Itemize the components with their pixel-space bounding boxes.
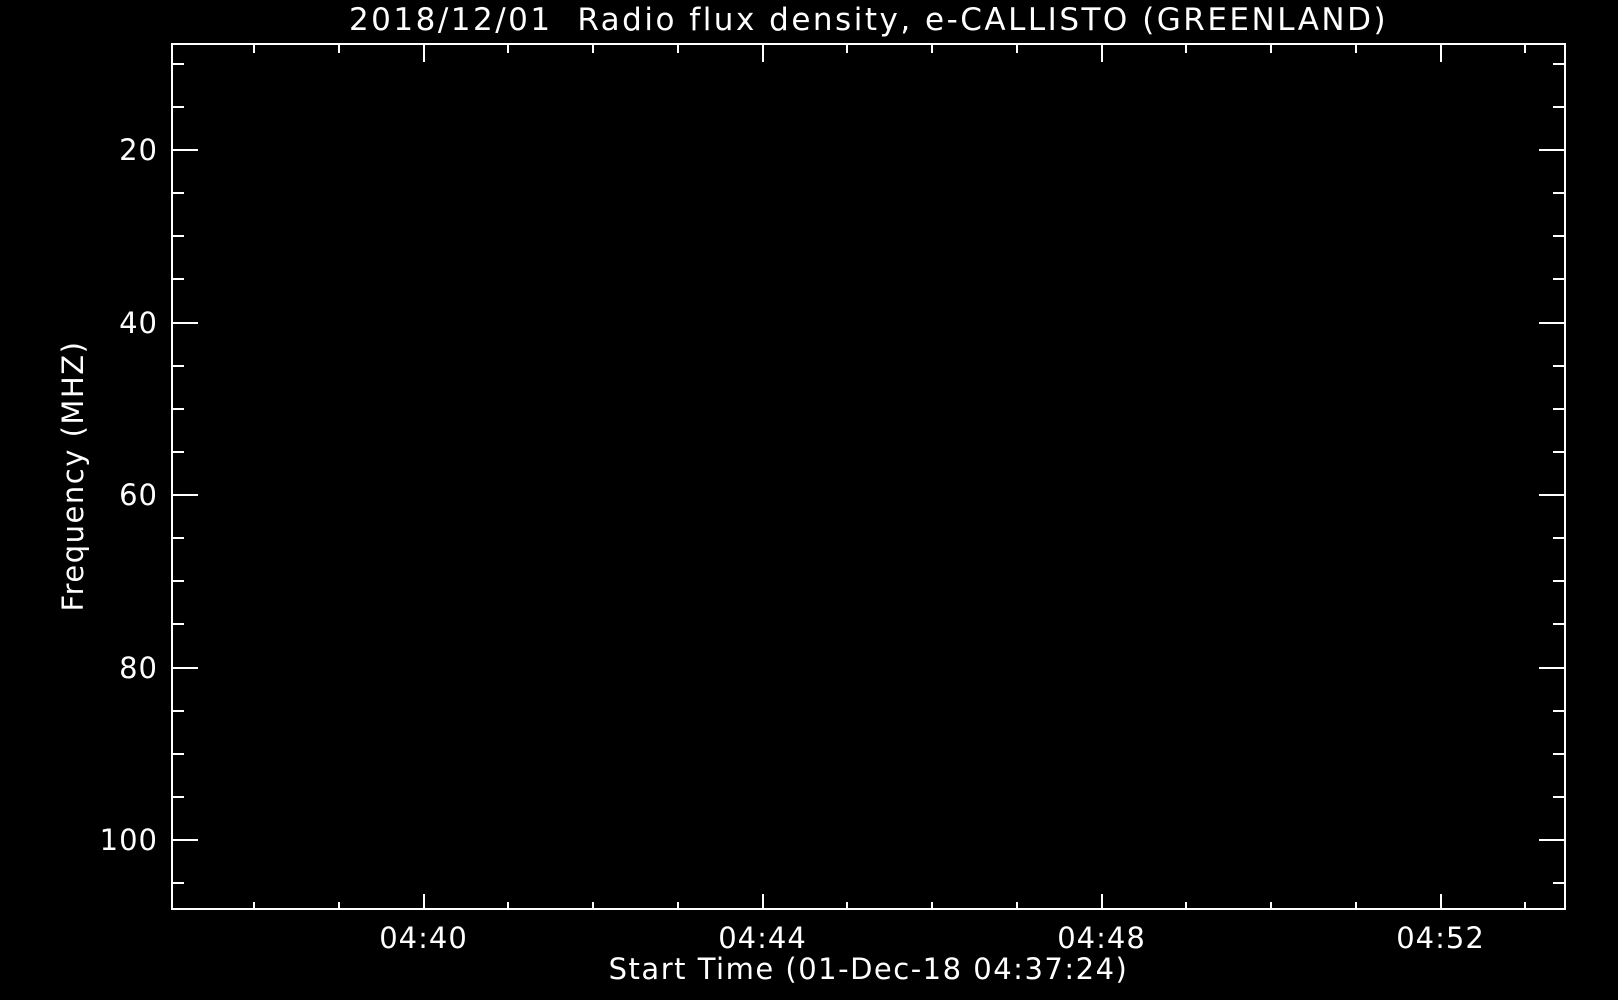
- tick-mark: [1439, 43, 1442, 62]
- tick-mark: [1553, 235, 1566, 238]
- tick-mark: [1539, 321, 1566, 324]
- tick-mark: [1524, 902, 1527, 910]
- tick-mark: [337, 43, 340, 53]
- tick-mark: [1553, 407, 1566, 410]
- tick-mark: [171, 149, 198, 151]
- x-tick-label: 04:48: [1057, 921, 1146, 955]
- tick-mark: [422, 43, 425, 62]
- tick-mark: [1270, 43, 1272, 53]
- tick-mark: [1539, 149, 1566, 151]
- tick-mark: [1270, 902, 1272, 910]
- tick-mark: [171, 321, 198, 324]
- tick-mark: [1015, 902, 1018, 910]
- tick-mark: [676, 43, 679, 53]
- tick-mark: [171, 235, 184, 238]
- tick-mark: [761, 43, 764, 62]
- spectrogram-figure: 2018/12/01 Radio flux density, e-CALLIST…: [0, 0, 1618, 1000]
- plot-title: 2018/12/01 Radio flux density, e-CALLIST…: [348, 2, 1389, 38]
- tick-mark: [507, 43, 510, 53]
- tick-mark: [1553, 580, 1566, 583]
- x-tick-label: 04:40: [379, 921, 468, 955]
- tick-mark: [1100, 894, 1103, 910]
- tick-mark: [171, 192, 184, 195]
- tick-mark: [171, 494, 198, 496]
- tick-mark: [1439, 894, 1442, 910]
- tick-mark: [846, 43, 849, 53]
- tick-mark: [1354, 43, 1357, 53]
- tick-mark: [1553, 537, 1566, 540]
- tick-mark: [676, 902, 679, 910]
- tick-mark: [1553, 105, 1566, 108]
- tick-mark: [171, 62, 184, 65]
- tick-mark: [1553, 709, 1566, 712]
- tick-mark: [171, 623, 184, 626]
- tick-mark: [253, 902, 255, 910]
- tick-mark: [171, 537, 184, 540]
- x-tick-label: 04:52: [1396, 921, 1485, 955]
- x-tick-label: 04:44: [718, 921, 807, 955]
- x-axis-label: Start Time (01-Dec-18 04:37:24): [608, 952, 1129, 986]
- tick-mark: [1553, 364, 1566, 367]
- tick-mark: [1553, 450, 1566, 453]
- tick-mark: [1553, 62, 1566, 65]
- tick-mark: [171, 752, 184, 755]
- tick-mark: [1539, 666, 1566, 669]
- tick-mark: [1553, 882, 1566, 885]
- tick-mark: [171, 882, 184, 885]
- tick-mark: [1539, 839, 1566, 841]
- tick-mark: [1553, 623, 1566, 626]
- tick-mark: [171, 839, 198, 841]
- y-tick-label: 100: [99, 823, 158, 857]
- tick-mark: [171, 105, 184, 108]
- tick-mark: [422, 894, 425, 910]
- tick-mark: [1185, 902, 1188, 910]
- tick-mark: [1524, 43, 1527, 53]
- tick-mark: [171, 709, 184, 712]
- tick-mark: [1100, 43, 1103, 62]
- tick-mark: [171, 666, 198, 669]
- tick-mark: [761, 894, 764, 910]
- tick-mark: [931, 43, 933, 53]
- tick-mark: [846, 902, 849, 910]
- tick-mark: [1553, 278, 1566, 281]
- tick-mark: [337, 902, 340, 910]
- y-tick-label: 20: [119, 133, 158, 167]
- tick-mark: [1185, 43, 1188, 53]
- tick-mark: [171, 795, 184, 798]
- tick-mark: [1354, 902, 1357, 910]
- tick-mark: [1553, 752, 1566, 755]
- tick-mark: [592, 902, 594, 910]
- y-axis-label: Frequency (MHZ): [56, 340, 90, 612]
- tick-mark: [592, 43, 594, 53]
- tick-mark: [1539, 494, 1566, 496]
- tick-mark: [171, 407, 184, 410]
- tick-mark: [171, 580, 184, 583]
- tick-mark: [507, 902, 510, 910]
- tick-mark: [1015, 43, 1018, 53]
- tick-mark: [171, 364, 184, 367]
- tick-mark: [1553, 192, 1566, 195]
- tick-mark: [1553, 795, 1566, 798]
- tick-mark: [931, 902, 933, 910]
- plot-frame: [171, 43, 1566, 910]
- tick-mark: [171, 278, 184, 281]
- tick-mark: [171, 450, 184, 453]
- tick-mark: [253, 43, 255, 53]
